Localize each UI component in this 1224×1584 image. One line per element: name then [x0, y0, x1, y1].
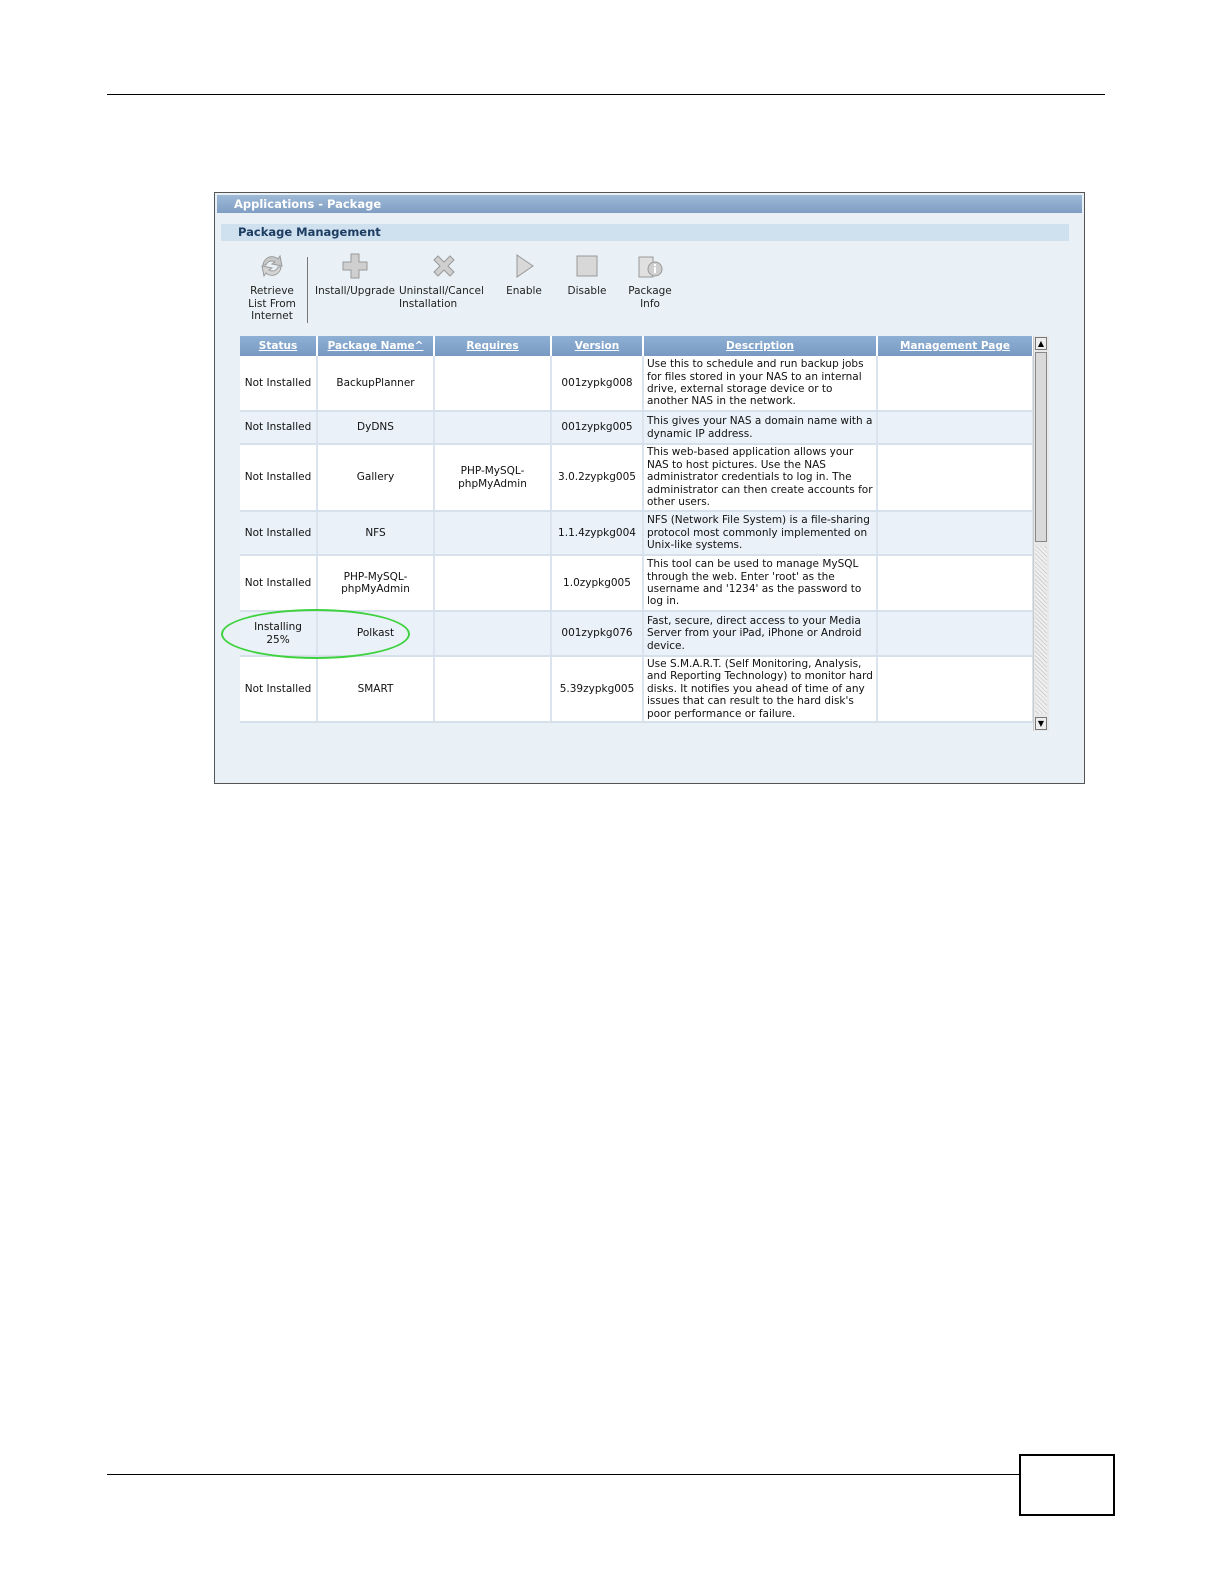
- package-name-cell: DyDNS: [317, 411, 435, 445]
- page-number-box: [1019, 1454, 1115, 1516]
- column-header-status[interactable]: Status: [240, 336, 318, 356]
- uninstall-cancel-button[interactable]: Uninstall/Cancel Installation: [399, 251, 494, 310]
- version-cell: 001zypkg005: [551, 411, 644, 445]
- package-name-cell: NFS: [317, 511, 435, 556]
- column-header-requires[interactable]: Requires: [434, 336, 552, 356]
- vertical-scrollbar[interactable]: ▲ ▼: [1033, 336, 1049, 731]
- requires-cell: [434, 411, 552, 445]
- package-name-cell: Gallery: [317, 444, 435, 512]
- version-cell: 001zypkg076: [551, 611, 644, 657]
- table-row[interactable]: Not Installed NFS 1.1.4zypkg004 NFS (Net…: [240, 511, 1034, 556]
- management-page-cell: [877, 356, 1034, 412]
- management-page-cell: [877, 411, 1034, 445]
- requires-cell: [434, 611, 552, 657]
- package-info-button[interactable]: Package Info: [622, 251, 678, 310]
- status-cell: Installing 25%: [240, 611, 318, 657]
- header-rule: [107, 94, 1105, 95]
- requires-cell: [434, 356, 552, 412]
- scroll-track[interactable]: [1035, 546, 1047, 714]
- description-cell: This web-based application allows your N…: [643, 444, 878, 512]
- description-cell: This tool can be used to manage MySQL th…: [643, 555, 878, 612]
- management-page-cell: [877, 444, 1034, 512]
- version-cell: 3.0.2zypkg005: [551, 444, 644, 512]
- requires-cell: [434, 656, 552, 723]
- package-table: Status Package Name^ Requires Version De…: [240, 336, 1050, 728]
- scroll-thumb[interactable]: [1035, 352, 1047, 542]
- enable-button[interactable]: Enable: [499, 251, 549, 298]
- version-cell: 1.0zypkg005: [551, 555, 644, 612]
- x-icon: [433, 255, 455, 277]
- tool-label: Disable: [567, 285, 607, 297]
- table-row[interactable]: Not Installed SMART 5.39zypkg005 Use S.M…: [240, 656, 1034, 723]
- description-cell: NFS (Network File System) is a file-shar…: [643, 511, 878, 556]
- description-cell: This gives your NAS a domain name with a…: [643, 411, 878, 445]
- tool-label: Retrieve List From Internet: [248, 285, 296, 322]
- tool-label: Install/Upgrade: [314, 285, 396, 297]
- requires-cell: [434, 511, 552, 556]
- version-cell: 001zypkg008: [551, 356, 644, 412]
- tool-label: Uninstall/Cancel Installation: [399, 285, 484, 310]
- management-page-cell: [877, 555, 1034, 612]
- scroll-down-button[interactable]: ▼: [1035, 717, 1047, 730]
- status-cell: Not Installed: [240, 356, 318, 412]
- version-cell: 5.39zypkg005: [551, 656, 644, 723]
- info-icon: [638, 256, 663, 278]
- column-header-description[interactable]: Description: [643, 336, 878, 356]
- status-cell: Not Installed: [240, 444, 318, 512]
- package-name-cell: Polkast: [317, 611, 435, 657]
- footer-rule: [107, 1474, 1019, 1475]
- management-page-cell: [877, 511, 1034, 556]
- toolbar-divider: [307, 257, 308, 323]
- status-cell: Not Installed: [240, 511, 318, 556]
- table-row[interactable]: Not Installed BackupPlanner 001zypkg008 …: [240, 356, 1034, 412]
- section-title: Package Management: [221, 224, 1069, 241]
- column-header-package-name[interactable]: Package Name^: [317, 336, 435, 356]
- status-cell: Not Installed: [240, 411, 318, 445]
- applications-package-window: Applications - Package Package Managemen…: [214, 192, 1085, 784]
- table-row[interactable]: Not Installed PHP-MySQL- phpMyAdmin 1.0z…: [240, 555, 1034, 612]
- retrieve-list-button[interactable]: Retrieve List From Internet: [241, 251, 303, 323]
- plus-icon: [342, 253, 368, 279]
- requires-cell: PHP-MySQL- phpMyAdmin: [434, 444, 552, 512]
- tool-label: Package Info: [628, 285, 672, 310]
- requires-cell: [434, 555, 552, 612]
- status-cell: Not Installed: [240, 555, 318, 612]
- description-cell: Fast, secure, direct access to your Medi…: [643, 611, 878, 657]
- package-name-cell: PHP-MySQL- phpMyAdmin: [317, 555, 435, 612]
- column-header-version[interactable]: Version: [551, 336, 644, 356]
- description-cell: Use S.M.A.R.T. (Self Monitoring, Analysi…: [643, 656, 878, 723]
- refresh-icon: [261, 254, 283, 278]
- management-page-cell: [877, 656, 1034, 723]
- management-page-cell: [877, 611, 1034, 657]
- table-row[interactable]: Not Installed DyDNS 001zypkg005 This giv…: [240, 411, 1034, 445]
- play-icon: [516, 254, 534, 278]
- install-upgrade-button[interactable]: Install/Upgrade: [311, 251, 399, 298]
- scroll-up-button[interactable]: ▲: [1035, 337, 1047, 350]
- column-header-management-page[interactable]: Management Page: [877, 336, 1034, 356]
- version-cell: 1.1.4zypkg004: [551, 511, 644, 556]
- table-row[interactable]: Installing 25% Polkast 001zypkg076 Fast,…: [240, 611, 1034, 657]
- window-title: Applications - Package: [217, 195, 1082, 213]
- table-row[interactable]: Not Installed Gallery PHP-MySQL- phpMyAd…: [240, 444, 1034, 512]
- disable-button[interactable]: Disable: [562, 251, 612, 298]
- tool-label: Enable: [506, 285, 542, 297]
- status-cell: Not Installed: [240, 656, 318, 723]
- stop-icon: [576, 255, 598, 277]
- package-name-cell: BackupPlanner: [317, 356, 435, 412]
- package-name-cell: SMART: [317, 656, 435, 723]
- toolbar: Retrieve List From Internet Install/Upgr…: [215, 251, 1084, 329]
- description-cell: Use this to schedule and run backup jobs…: [643, 356, 878, 412]
